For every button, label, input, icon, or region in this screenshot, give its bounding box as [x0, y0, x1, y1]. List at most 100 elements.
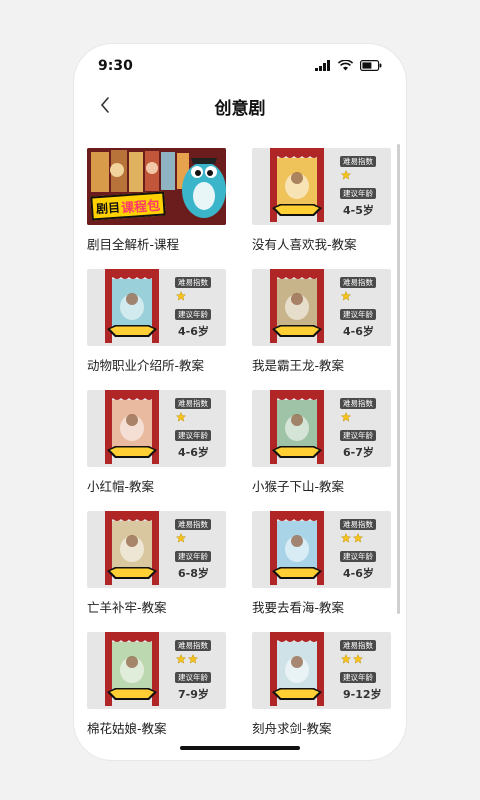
- card-title: 小红帽-教案: [87, 479, 155, 494]
- stage-poster-image: [105, 269, 159, 343]
- age-tag: 建议年龄: [340, 672, 376, 683]
- phone-screen: 9:30 创意剧 剧目 课程包 剧目全解析-课程 难易指数 建议年龄 4-5岁 …: [74, 44, 406, 760]
- stage-poster-image: [105, 390, 159, 464]
- card-title: 棉花姑娘-教案: [87, 721, 167, 736]
- card-title: 没有人喜欢我-教案: [252, 237, 357, 252]
- difficulty-tag: 难易指数: [340, 398, 376, 409]
- star-icon: [176, 533, 186, 543]
- difficulty-tag: 难易指数: [175, 277, 211, 288]
- difficulty-stars: [341, 654, 363, 664]
- lesson-card[interactable]: 难易指数建议年龄 6-7岁小猴子下山-教案: [252, 390, 392, 500]
- difficulty-tag: 难易指数: [340, 156, 376, 167]
- card-title: 刻舟求剑-教案: [252, 721, 332, 736]
- difficulty-stars: [341, 291, 351, 301]
- lesson-thumbnail: 难易指数建议年龄 4-6岁: [87, 269, 226, 346]
- status-time: 9:30: [98, 58, 133, 74]
- card-title: 我是霸王龙-教案: [252, 358, 345, 373]
- lesson-thumbnail: 难易指数建议年龄 4-6岁: [87, 390, 226, 467]
- star-icon: [341, 654, 351, 664]
- signal-icon: [315, 60, 330, 71]
- lesson-card[interactable]: 难易指数 建议年龄 4-6岁我是霸王龙-教案: [252, 269, 392, 379]
- lesson-thumbnail: 难易指数建议年龄 4-5岁: [252, 148, 391, 225]
- difficulty-stars: [176, 291, 186, 301]
- age-value: 7-9岁: [178, 688, 209, 701]
- difficulty-tag: 难易指数: [175, 519, 211, 530]
- difficulty-stars: [176, 412, 186, 422]
- lesson-thumbnail: 难易指数 建议年龄 4-6岁: [252, 269, 391, 346]
- difficulty-stars: [176, 533, 186, 543]
- star-icon: [176, 654, 186, 664]
- grid-row: 难易指数 建议年龄 7-9岁棉花姑娘-教案 难易指数建议年龄 9-12岁刻舟求剑-教案: [87, 632, 393, 753]
- star-icon: [353, 654, 363, 664]
- wifi-icon: [338, 60, 353, 71]
- course-thumbnail: 剧目 课程包: [87, 148, 226, 225]
- course-badge: 剧目 课程包: [90, 191, 166, 221]
- scrollbar[interactable]: [397, 144, 400, 614]
- age-value: 4-6岁: [343, 567, 374, 580]
- lesson-card[interactable]: 难易指数建议年龄 4-6岁小红帽-教案: [87, 390, 227, 500]
- lesson-card[interactable]: 难易指数 建议年龄 6-8岁亡羊补牢-教案: [87, 511, 227, 621]
- grid-row: 难易指数建议年龄 4-6岁小红帽-教案 难易指数建议年龄 6-7岁小猴子下山-教案: [87, 390, 393, 511]
- difficulty-stars: [341, 412, 351, 422]
- difficulty-stars: [341, 170, 351, 180]
- lesson-card[interactable]: 难易指数建议年龄 4-6岁我要去看海-教案: [252, 511, 392, 621]
- age-tag: 建议年龄: [340, 551, 376, 562]
- lesson-thumbnail: 难易指数 建议年龄 6-8岁: [87, 511, 226, 588]
- stage-poster-image: [105, 632, 159, 706]
- lesson-card[interactable]: 难易指数 建议年龄 9-12岁 刻舟求剑-教案: [252, 632, 392, 742]
- age-tag: 建议年龄: [175, 430, 211, 441]
- lesson-thumbnail: 难易指数 建议年龄 7-9岁: [87, 632, 226, 709]
- age-tag: 建议年龄: [175, 309, 211, 320]
- course-banner: 剧目 课程包: [87, 148, 226, 225]
- stage-poster-image: [270, 269, 324, 343]
- star-icon: [341, 291, 351, 301]
- age-tag: 建议年龄: [340, 188, 376, 199]
- lesson-card[interactable]: 难易指数 建议年龄 7-9岁棉花姑娘-教案: [87, 632, 227, 742]
- lesson-card[interactable]: 难易指数建议年龄 4-6岁动物职业介绍所-教案: [87, 269, 227, 379]
- card-title: 我要去看海-教案: [252, 600, 345, 615]
- lesson-thumbnail: 难易指数建议年龄 4-6岁: [252, 511, 391, 588]
- age-value: 9-12岁: [343, 688, 382, 701]
- card-title: 剧目全解析-课程: [87, 237, 180, 252]
- age-value: 4-5岁: [343, 204, 374, 217]
- difficulty-stars: [176, 654, 198, 664]
- star-icon: [341, 170, 351, 180]
- lesson-card[interactable]: 难易指数建议年龄 4-5岁没有人喜欢我-教案: [252, 148, 392, 258]
- star-icon: [341, 412, 351, 422]
- card-title: 小猴子下山-教案: [252, 479, 345, 494]
- course-card[interactable]: 剧目 课程包 剧目全解析-课程: [87, 148, 227, 258]
- script-grid: 剧目 课程包 剧目全解析-课程 难易指数 建议年龄 4-5岁 没有人喜欢我-教案 难易…: [87, 148, 393, 753]
- age-value: 4-6岁: [343, 325, 374, 338]
- stage-poster-image: [270, 148, 324, 222]
- lesson-thumbnail: 难易指数 建议年龄 9-12岁: [252, 632, 391, 709]
- difficulty-tag: 难易指数: [340, 519, 376, 530]
- difficulty-tag: 难易指数: [175, 398, 211, 409]
- status-bar: 9:30: [74, 44, 406, 84]
- age-value: 4-6岁: [178, 325, 209, 338]
- difficulty-tag: 难易指数: [340, 277, 376, 288]
- home-indicator[interactable]: [180, 746, 300, 750]
- age-value: 6-8岁: [178, 567, 209, 580]
- star-icon: [341, 533, 351, 543]
- star-icon: [188, 654, 198, 664]
- age-value: 6-7岁: [343, 446, 374, 459]
- card-title: 动物职业介绍所-教案: [87, 358, 205, 373]
- star-icon: [353, 533, 363, 543]
- status-icons: [315, 60, 382, 71]
- stage-poster-image: [270, 632, 324, 706]
- age-tag: 建议年龄: [340, 430, 376, 441]
- lesson-thumbnail: 难易指数建议年龄 6-7岁: [252, 390, 391, 467]
- course-badge-text-b: 课程包: [120, 198, 161, 216]
- difficulty-stars: [341, 533, 363, 543]
- grid-row: 难易指数 建议年龄 4-6岁 动物职业介绍所-教案 难易指数 建议年龄 4-6岁 我是霸王龙…: [87, 269, 393, 390]
- stage-poster-image: [270, 511, 324, 585]
- nav-bar: 创意剧: [74, 88, 406, 124]
- card-title: 亡羊补牢-教案: [87, 600, 167, 615]
- star-icon: [176, 412, 186, 422]
- difficulty-tag: 难易指数: [175, 640, 211, 651]
- age-value: 4-6岁: [178, 446, 209, 459]
- page-title: 创意剧: [214, 99, 266, 119]
- battery-icon: [360, 60, 382, 71]
- stage-poster-image: [105, 511, 159, 585]
- grid-row: 难易指数 建议年龄 6-8岁 亡羊补牢-教案 难易指数 建议年龄 4-6岁 我要去看海-教案: [87, 511, 393, 632]
